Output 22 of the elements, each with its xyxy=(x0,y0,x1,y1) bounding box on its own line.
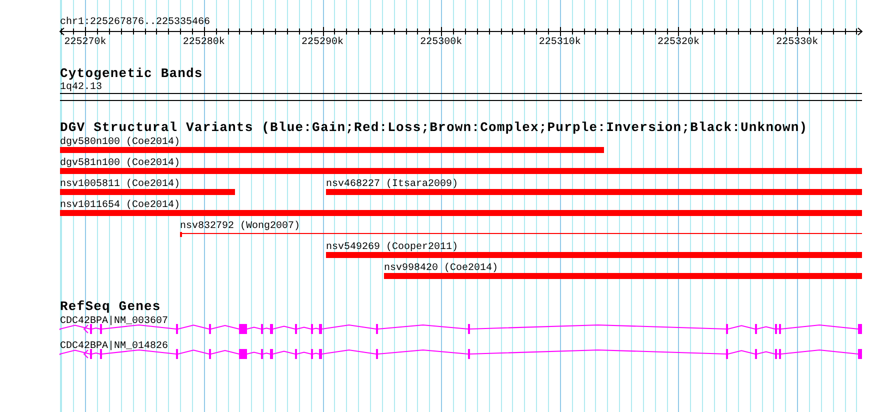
track-title: RefSeq Genes xyxy=(60,299,161,314)
tick-label: 225320k xyxy=(657,37,700,48)
tick-label: 225270k xyxy=(64,37,106,48)
location-label: chr1:225267876..225335466 xyxy=(60,17,210,28)
variant-label: nsv1011654 (Coe2014) xyxy=(60,200,180,211)
variant-label: nsv1005811 (Coe2014) xyxy=(60,179,180,190)
track-title: Cytogenetic Bands xyxy=(60,66,203,81)
gene-label: CDC42BPA|NM_014826 xyxy=(60,341,168,352)
variant-label: dgv580n100 (Coe2014) xyxy=(60,137,180,148)
variant-label: nsv468227 (Itsara2009) xyxy=(326,179,458,190)
variant-label: dgv581n100 (Coe2014) xyxy=(60,158,180,169)
tick-label: 225280k xyxy=(182,37,225,48)
band-label: 1q42.13 xyxy=(60,82,102,93)
track-title: DGV Structural Variants (Blue:Gain;Red:Loss;Brown:Complex;Purple:Inversion;Black:Unknown) xyxy=(60,120,808,135)
variant-label: nsv549269 (Cooper2011) xyxy=(326,242,458,253)
tick-label: 225290k xyxy=(302,37,344,48)
variant-label: nsv998420 (Coe2014) xyxy=(384,263,498,274)
variant-label: nsv832792 (Wong2007) xyxy=(180,221,300,232)
gene-label: CDC42BPA|NM_003607 xyxy=(60,316,168,327)
tick-label: 225330k xyxy=(776,37,818,48)
tick-label: 225310k xyxy=(538,37,581,48)
tick-label: 225300k xyxy=(420,37,462,48)
